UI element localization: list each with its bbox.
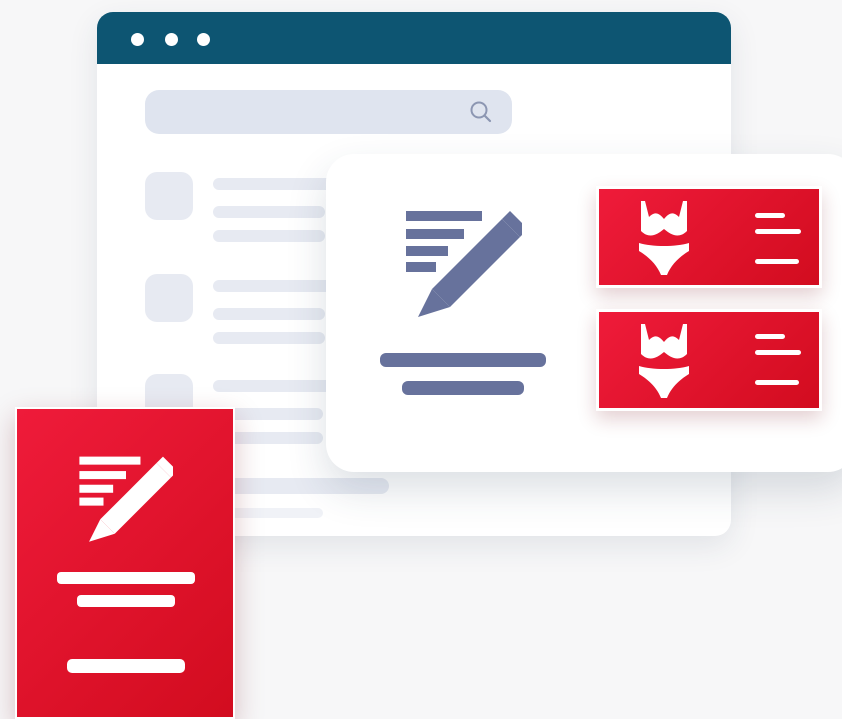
text-line: [402, 381, 524, 395]
lingerie-icon: [639, 201, 689, 275]
compose-pencil-icon: [79, 456, 173, 542]
text-line: [57, 572, 195, 584]
list-item-thumbnail: [145, 274, 193, 322]
list-item-line: [213, 478, 389, 494]
text-line: [755, 380, 799, 385]
text-line: [380, 353, 546, 367]
text-line: [755, 334, 785, 339]
compose-pencil-icon: [406, 211, 522, 317]
window-dot[interactable]: [165, 33, 178, 46]
text-line: [755, 229, 801, 234]
list-item-line: [213, 230, 325, 242]
window-dot[interactable]: [197, 33, 210, 46]
list-item-line: [213, 380, 343, 392]
button-bar[interactable]: [67, 659, 185, 673]
list-item-line: [213, 178, 343, 190]
lingerie-icon: [639, 324, 689, 398]
text-line: [755, 350, 801, 355]
product-card[interactable]: [596, 309, 822, 411]
list-item-thumbnail: [145, 172, 193, 220]
search-input[interactable]: [145, 90, 512, 134]
list-item-line: [213, 308, 325, 320]
text-line: [755, 213, 785, 218]
list-item-line: [213, 206, 325, 218]
text-line: [77, 595, 175, 607]
product-card[interactable]: [596, 186, 822, 288]
list-item-line: [213, 280, 343, 292]
list-item-line: [213, 332, 325, 344]
window-titlebar: [97, 12, 731, 64]
window-dot[interactable]: [131, 33, 144, 46]
text-line: [755, 259, 799, 264]
search-icon[interactable]: [469, 100, 493, 124]
document-card[interactable]: [15, 407, 235, 719]
